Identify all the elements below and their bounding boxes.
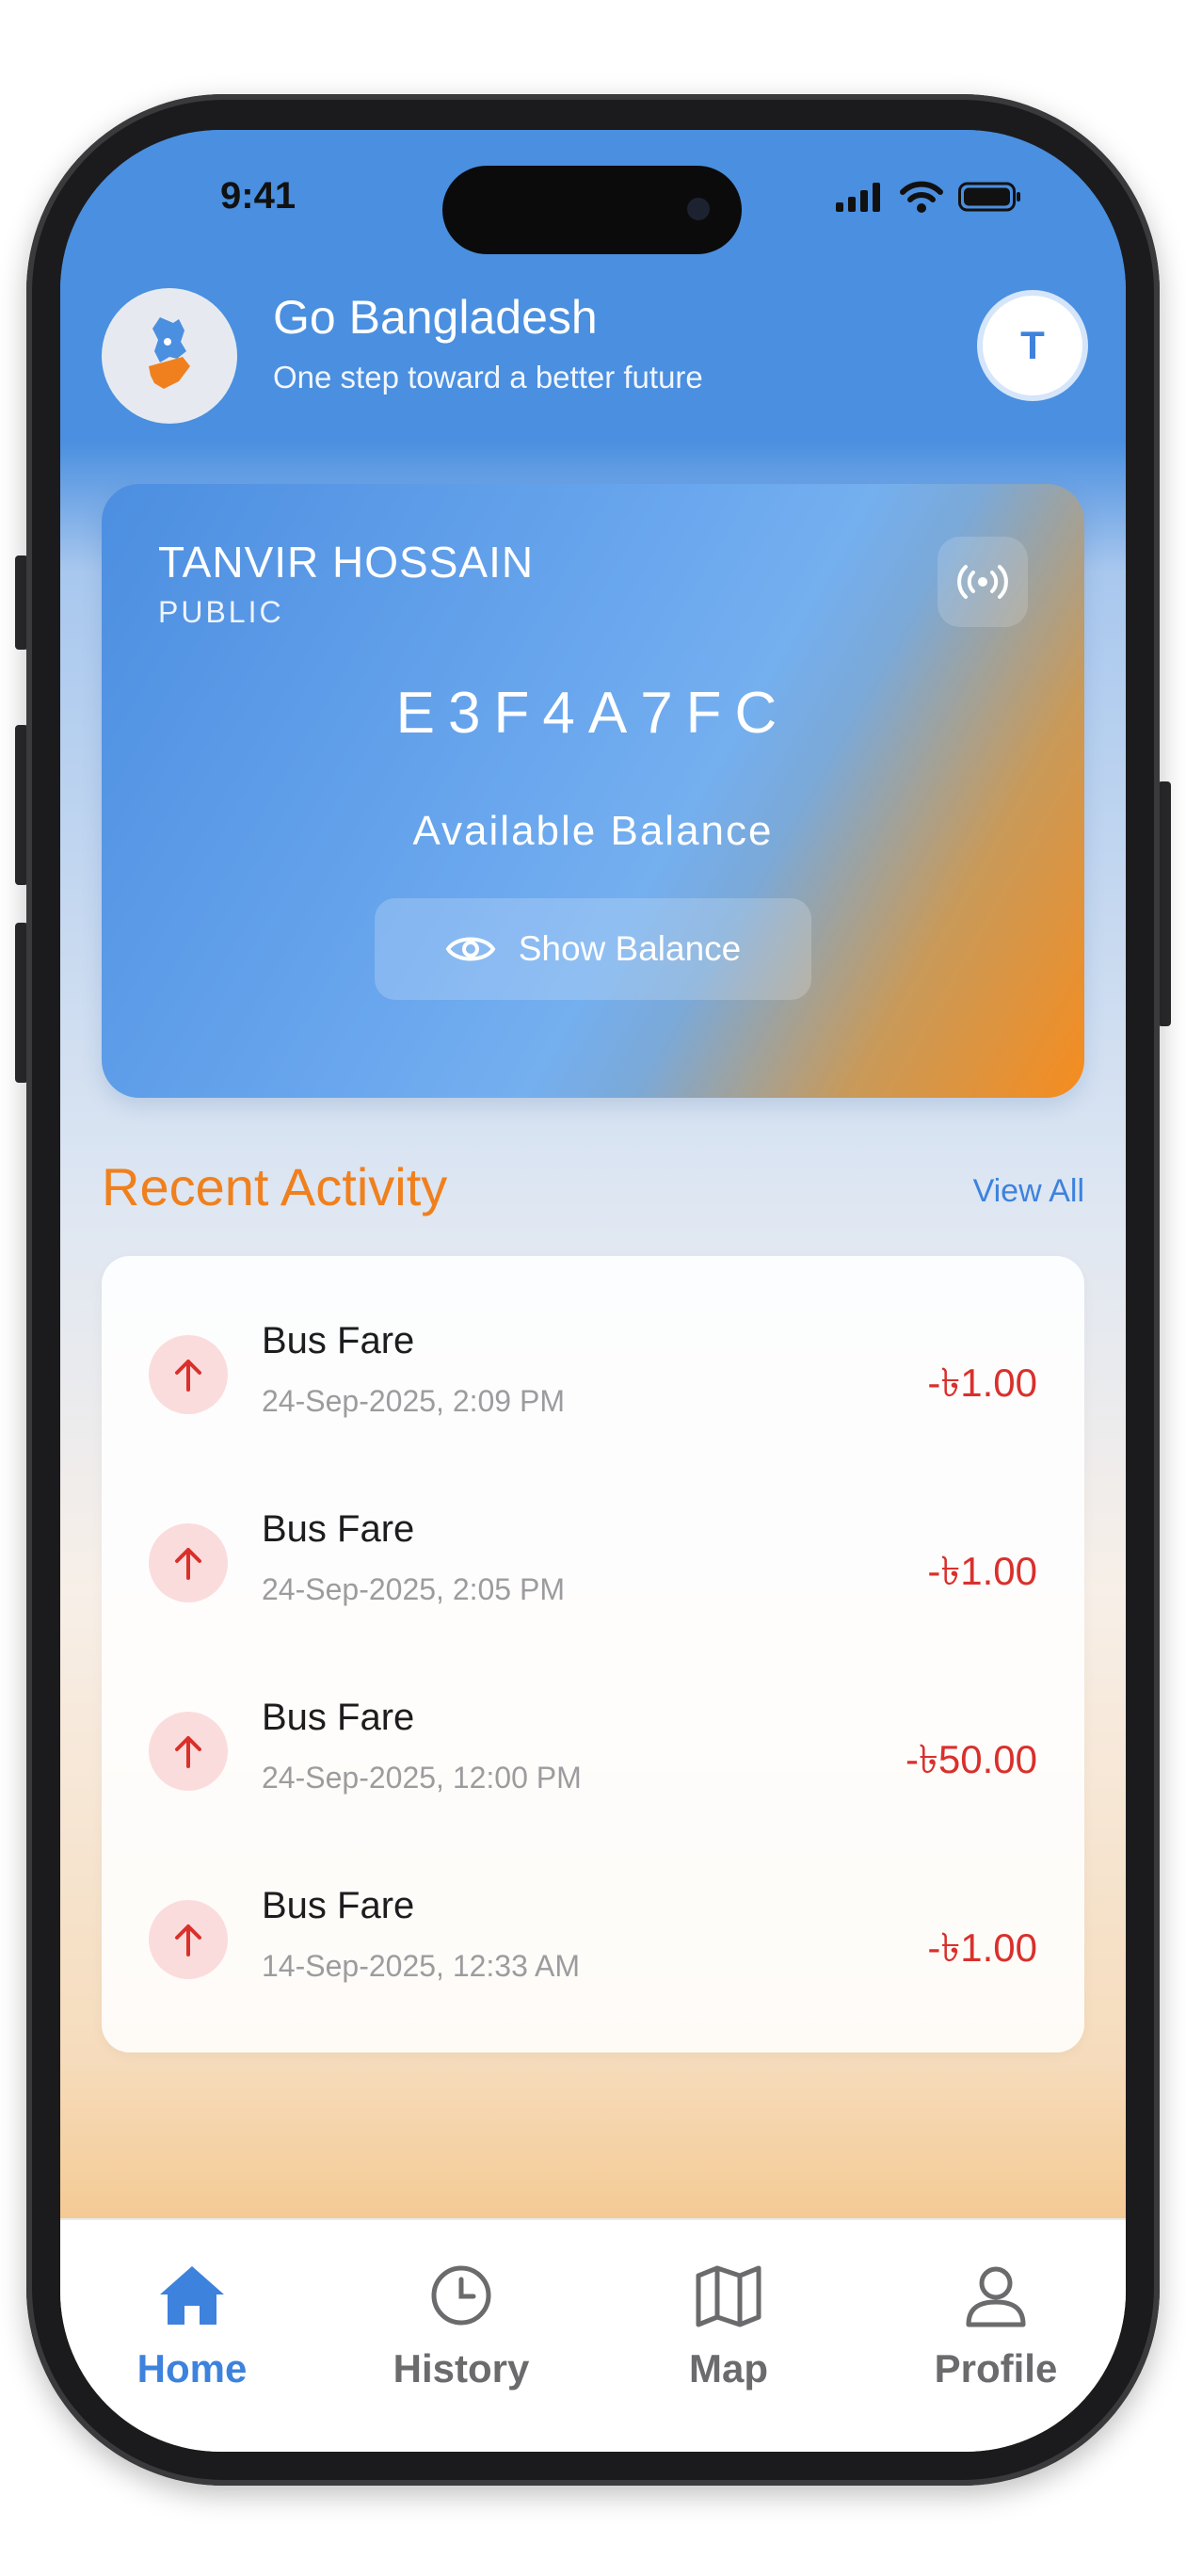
- activity-title: Bus Fare: [262, 1320, 415, 1361]
- activity-amount: -৳1.00: [927, 1549, 1037, 1593]
- front-camera: [687, 198, 710, 220]
- balance-label: Available Balance: [412, 808, 774, 854]
- tab-map[interactable]: Map: [625, 2258, 832, 2391]
- activity-date: 24-Sep-2025, 2:05 PM: [262, 1572, 565, 1606]
- activity-item[interactable]: Bus Fare 24-Sep-2025, 12:00 PM -৳50.00: [102, 1633, 1084, 1821]
- app-logo: [102, 288, 237, 424]
- map-icon: [625, 2258, 832, 2333]
- arrow-up-icon: [149, 1523, 228, 1602]
- tab-home[interactable]: Home: [88, 2258, 296, 2391]
- eye-icon: [445, 937, 496, 961]
- bottom-tab-bar: Home History Map Profile: [60, 2218, 1126, 2452]
- activity-list: Bus Fare 24-Sep-2025, 2:09 PM -৳1.00 Bus…: [102, 1256, 1084, 2053]
- app-screen: 9:41 Go Bangladesh One step toward a bet…: [60, 130, 1126, 2452]
- status-icons: [836, 181, 1022, 217]
- nfc-button[interactable]: [938, 537, 1028, 627]
- tab-label: History: [393, 2346, 530, 2391]
- activity-title: Bus Fare: [262, 1508, 415, 1550]
- power-button: [1158, 781, 1171, 1026]
- activity-amount: -৳1.00: [927, 1360, 1037, 1405]
- activity-amount: -৳50.00: [905, 1737, 1037, 1781]
- status-time: 9:41: [220, 175, 296, 217]
- recent-activity-title: Recent Activity: [102, 1157, 448, 1216]
- app-tagline: One step toward a better future: [273, 360, 703, 394]
- activity-date: 14-Sep-2025, 12:33 AM: [262, 1949, 581, 1983]
- clock-icon: [358, 2258, 565, 2333]
- activity-item[interactable]: Bus Fare 24-Sep-2025, 2:09 PM -৳1.00: [102, 1256, 1084, 1444]
- nfc-icon: [957, 565, 1008, 599]
- card-holder-name: TANVIR HOSSAIN: [158, 538, 535, 587]
- activity-item[interactable]: Bus Fare 14-Sep-2025, 12:33 AM -৳1.00: [102, 1821, 1084, 2009]
- activity-date: 24-Sep-2025, 2:09 PM: [262, 1384, 565, 1418]
- activity-date: 24-Sep-2025, 12:00 PM: [262, 1761, 582, 1795]
- app-title: Go Bangladesh: [273, 291, 598, 344]
- show-balance-button[interactable]: Show Balance: [375, 898, 811, 1000]
- tab-label: Map: [689, 2346, 768, 2391]
- tab-profile[interactable]: Profile: [892, 2258, 1099, 2391]
- profile-avatar-button[interactable]: T: [977, 290, 1088, 401]
- user-icon: [892, 2258, 1099, 2333]
- arrow-up-icon: [149, 1900, 228, 1979]
- activity-amount: -৳1.00: [927, 1925, 1037, 1970]
- battery-icon: [958, 182, 1022, 216]
- arrow-up-icon: [149, 1712, 228, 1791]
- wifi-icon: [900, 181, 943, 217]
- bangladesh-map-logo-icon: [149, 317, 190, 389]
- avatar-initial: T: [1020, 323, 1045, 367]
- activity-item[interactable]: Bus Fare 24-Sep-2025, 2:05 PM -৳1.00: [102, 1444, 1084, 1633]
- tab-history[interactable]: History: [358, 2258, 565, 2391]
- activity-title: Bus Fare: [262, 1697, 415, 1738]
- home-icon: [88, 2258, 296, 2333]
- dynamic-island: [442, 166, 742, 254]
- transit-card[interactable]: TANVIR HOSSAIN PUBLIC E3F4A7FC Available…: [102, 484, 1084, 1098]
- tab-label: Profile: [934, 2346, 1058, 2391]
- card-id: E3F4A7FC: [395, 681, 791, 746]
- cellular-signal-icon: [836, 182, 885, 216]
- view-all-link[interactable]: View All: [973, 1173, 1084, 1210]
- show-balance-label: Show Balance: [518, 929, 742, 968]
- tab-label: Home: [136, 2346, 248, 2391]
- arrow-up-icon: [149, 1335, 228, 1414]
- card-type: PUBLIC: [158, 595, 284, 629]
- activity-title: Bus Fare: [262, 1885, 415, 1926]
